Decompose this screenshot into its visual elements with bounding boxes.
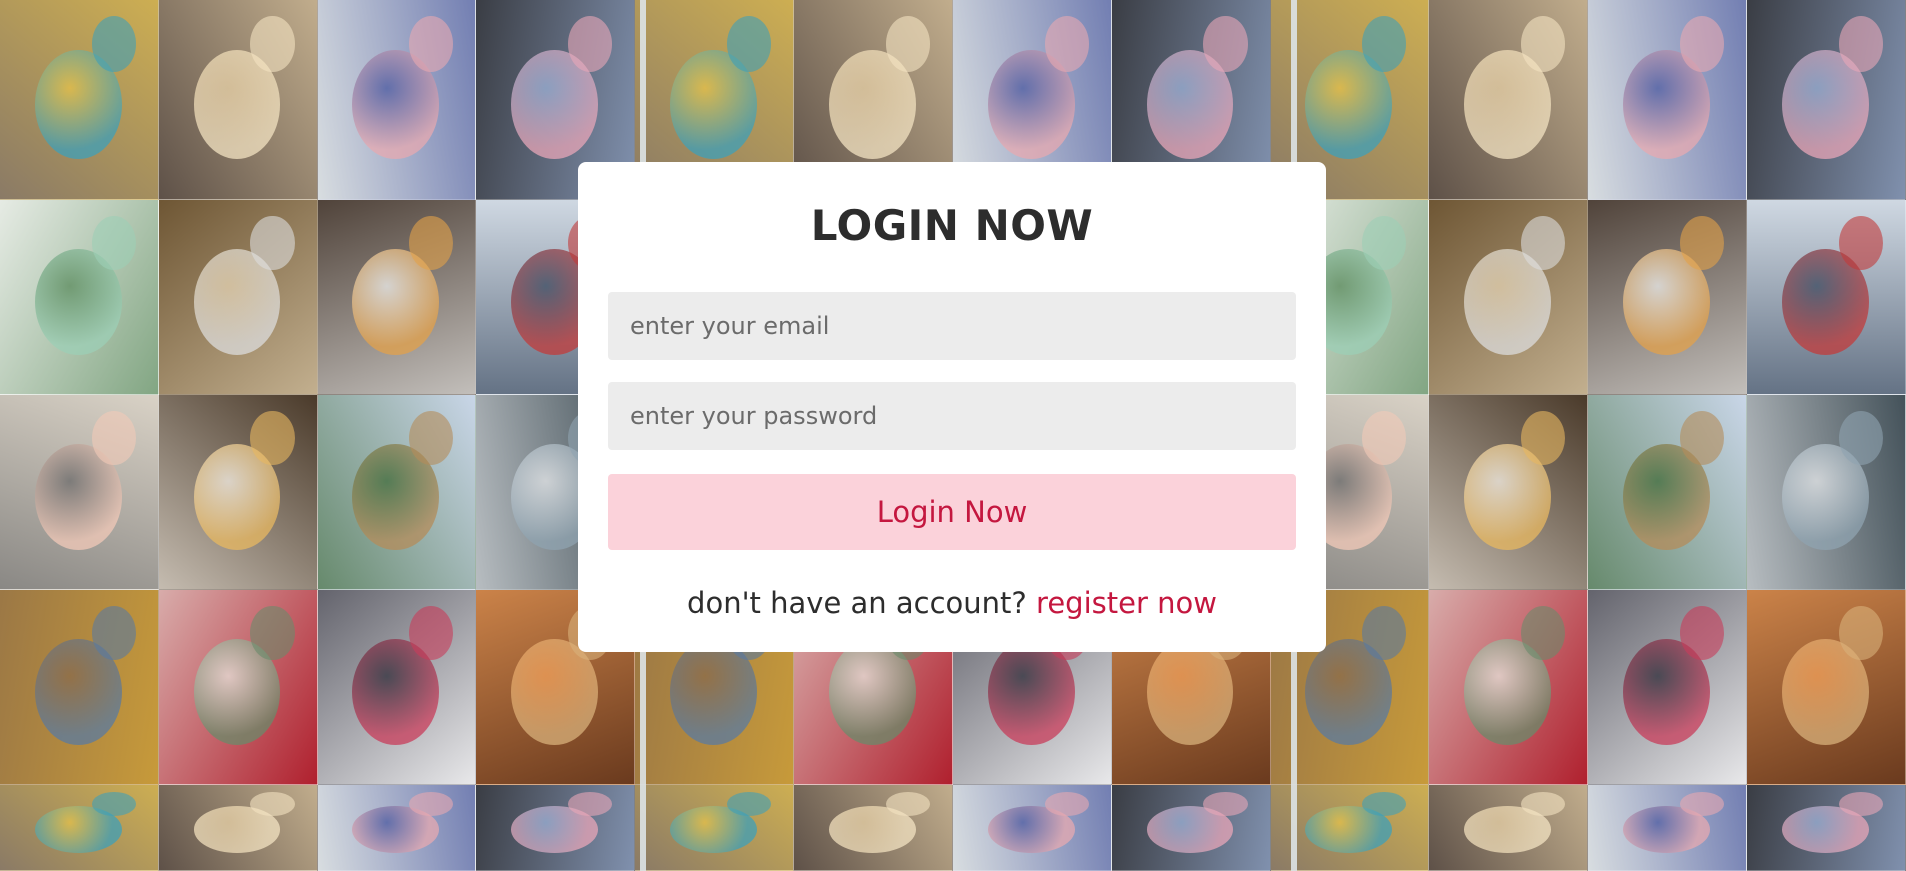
collage-photo-detail <box>91 410 136 465</box>
collage-photo-detail <box>250 215 295 270</box>
collage-photo-detail <box>91 605 136 660</box>
collage-photo <box>0 785 159 871</box>
collage-photo <box>317 200 477 395</box>
collage-photo <box>476 785 636 871</box>
collage-photo-detail <box>409 15 454 72</box>
email-field[interactable] <box>608 292 1296 360</box>
collage-photo-detail <box>1362 410 1407 465</box>
collage-photo <box>1747 0 1906 200</box>
collage-photo-detail <box>1521 15 1566 72</box>
collage-photo-detail <box>1838 410 1883 465</box>
collage-photo-detail <box>1362 605 1407 660</box>
collage-photo <box>1111 785 1271 871</box>
collage-photo-detail <box>885 791 930 816</box>
collage-photo <box>1429 200 1589 395</box>
collage-photo <box>158 395 318 590</box>
collage-photo-detail <box>1362 791 1407 816</box>
collage-photo-detail <box>1521 410 1566 465</box>
password-field[interactable] <box>608 382 1296 450</box>
collage-photo-detail <box>409 791 454 816</box>
collage-photo-detail <box>250 605 295 660</box>
collage-photo <box>317 0 477 200</box>
collage-photo <box>1588 0 1748 200</box>
collage-photo <box>1429 395 1589 590</box>
collage-photo <box>0 200 159 395</box>
collage-photo <box>1747 395 1906 590</box>
collage-photo-detail <box>1521 605 1566 660</box>
collage-photo <box>952 785 1112 871</box>
collage-photo <box>1747 785 1906 871</box>
register-prompt-text: don't have an account? <box>687 586 1027 620</box>
login-button[interactable]: Login Now <box>608 474 1296 550</box>
collage-photo-detail <box>1679 215 1725 270</box>
collage-photo-detail <box>250 15 295 72</box>
collage-photo-detail <box>91 15 136 72</box>
collage-photo <box>158 0 318 200</box>
collage-photo <box>1429 0 1589 200</box>
collage-photo-detail <box>1203 15 1248 72</box>
collage-photo-detail <box>1679 605 1725 660</box>
collage-photo-detail <box>726 15 772 72</box>
collage-photo-detail <box>1044 15 1089 72</box>
login-title: LOGIN NOW <box>810 201 1094 250</box>
collage-photo-detail <box>1679 15 1725 72</box>
collage-photo-detail <box>91 215 136 270</box>
collage-photo-detail <box>1362 215 1407 270</box>
collage-photo-detail <box>1203 791 1248 816</box>
collage-photo-detail <box>409 215 454 270</box>
collage-photo <box>1429 785 1589 871</box>
collage-photo <box>1747 590 1906 785</box>
collage-photo <box>794 785 953 871</box>
collage-photo-detail <box>1838 605 1883 660</box>
collage-photo <box>1588 785 1748 871</box>
collage-photo-detail <box>568 15 613 72</box>
collage-photo-detail <box>250 791 295 816</box>
collage-photo <box>1747 200 1906 395</box>
collage-photo <box>1588 395 1748 590</box>
collage-photo <box>0 395 159 590</box>
collage-photo-detail <box>1521 791 1566 816</box>
collage-photo <box>158 590 318 785</box>
collage-photo-detail <box>885 15 930 72</box>
collage-photo-detail <box>409 410 454 465</box>
collage-photo-detail <box>250 410 295 465</box>
collage-photo-detail <box>726 791 772 816</box>
collage-photo <box>317 395 477 590</box>
collage-photo <box>1429 590 1589 785</box>
collage-photo-detail <box>1044 791 1089 816</box>
collage-photo-detail <box>1362 15 1407 72</box>
collage-photo <box>158 200 318 395</box>
collage-photo-detail <box>568 791 613 816</box>
collage-photo <box>1588 590 1748 785</box>
login-form: LOGIN NOW Login Now don't have an accoun… <box>578 162 1326 652</box>
register-link[interactable]: register now <box>1036 586 1217 620</box>
collage-photo-detail <box>1679 410 1725 465</box>
collage-photo <box>158 785 318 871</box>
collage-photo <box>0 0 159 200</box>
collage-photo <box>1588 200 1748 395</box>
collage-photo <box>317 785 477 871</box>
register-prompt: don't have an account? register now <box>608 586 1296 620</box>
collage-photo-detail <box>1838 791 1883 816</box>
collage-photo-detail <box>1838 215 1883 270</box>
collage-photo-detail <box>1521 215 1566 270</box>
collage-photo <box>317 590 477 785</box>
collage-photo-detail <box>409 605 454 660</box>
collage-photo-detail <box>91 791 136 816</box>
collage-photo <box>0 590 159 785</box>
collage-photo-detail <box>1838 15 1883 72</box>
collage-photo-detail <box>1679 791 1725 816</box>
collage-photo <box>635 785 795 871</box>
